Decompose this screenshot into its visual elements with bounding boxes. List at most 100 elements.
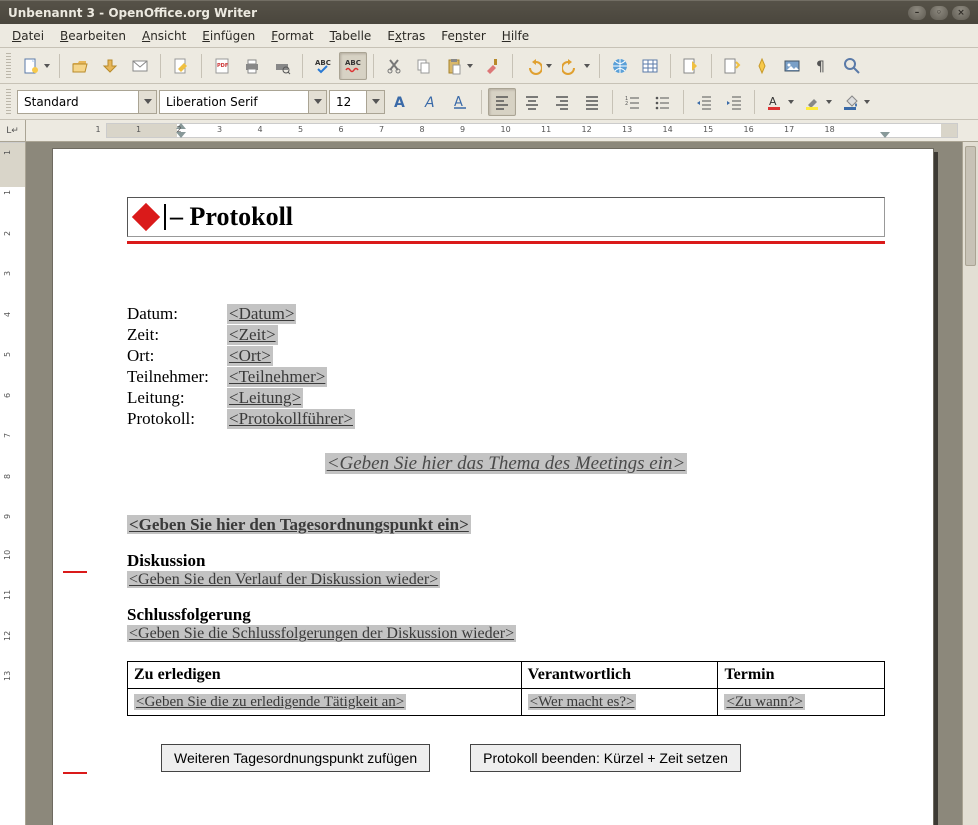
paste-icon: [445, 57, 463, 75]
paragraph-style-combo[interactable]: Standard: [17, 90, 157, 114]
vertical-ruler[interactable]: 112345678910111213: [0, 142, 25, 825]
redo-button[interactable]: [557, 52, 593, 80]
highlight-color-button[interactable]: [799, 88, 835, 116]
todo-header-resp: Verantwortlich: [521, 662, 718, 689]
bold-button[interactable]: A: [387, 88, 415, 116]
open-button[interactable]: [66, 52, 94, 80]
agenda-heading[interactable]: <Geben Sie hier den Tagesordnungspunkt e…: [127, 515, 885, 535]
export-pdf-button[interactable]: PDF: [208, 52, 236, 80]
window-close-button[interactable]: ×: [952, 6, 970, 20]
svg-text:A: A: [769, 95, 777, 108]
cut-button[interactable]: [380, 52, 408, 80]
todo-due-placeholder[interactable]: <Zu wann?>: [724, 694, 804, 710]
auto-spellcheck-icon: ABC: [344, 57, 362, 75]
find-replace-button[interactable]: [718, 52, 746, 80]
menu-table[interactable]: Tabelle: [322, 26, 380, 46]
print-preview-button[interactable]: [268, 52, 296, 80]
number-list-button[interactable]: 12: [619, 88, 647, 116]
meta-ph-lead[interactable]: <Leitung>: [227, 388, 303, 408]
nonprinting-chars-button[interactable]: ¶: [808, 52, 836, 80]
zoom-button[interactable]: [838, 52, 866, 80]
copy-button[interactable]: [410, 52, 438, 80]
align-center-icon: [523, 93, 541, 111]
print-button[interactable]: [238, 52, 266, 80]
table-row[interactable]: <Geben Sie die zu erledigende Tätigkeit …: [128, 689, 885, 716]
gallery-button[interactable]: [778, 52, 806, 80]
bullet-list-button[interactable]: [649, 88, 677, 116]
table-button[interactable]: [636, 52, 664, 80]
new-document-button[interactable]: [17, 52, 53, 80]
add-agenda-item-button[interactable]: Weiteren Tagesordnungspunkt zufügen: [161, 744, 430, 772]
meta-label-place: Ort:: [127, 346, 227, 366]
align-left-button[interactable]: [488, 88, 516, 116]
background-color-button[interactable]: [837, 88, 873, 116]
align-right-button[interactable]: [548, 88, 576, 116]
menu-extras[interactable]: Extras: [379, 26, 433, 46]
agenda-placeholder[interactable]: <Geben Sie hier den Tagesordnungspunkt e…: [127, 515, 471, 534]
finish-protocol-button[interactable]: Protokoll beenden: Kürzel + Zeit setzen: [470, 744, 741, 772]
meeting-topic[interactable]: <Geben Sie hier das Thema des Meetings e…: [127, 453, 885, 475]
find-icon: [723, 57, 741, 75]
todo-header-due: Termin: [718, 662, 885, 689]
vertical-scrollbar[interactable]: [962, 142, 978, 825]
paragraph-style-dropdown[interactable]: [138, 91, 156, 113]
edit-doc-button[interactable]: [167, 52, 195, 80]
meeting-meta[interactable]: Datum:<Datum> Zeit:<Zeit> Ort:<Ort> Teil…: [127, 304, 885, 429]
font-color-button[interactable]: A: [761, 88, 797, 116]
increase-indent-button[interactable]: [720, 88, 748, 116]
todo-resp-placeholder[interactable]: <Wer macht es?>: [528, 694, 637, 710]
window-maximize-button[interactable]: ◦: [930, 6, 948, 20]
page-content[interactable]: – Protokoll Datum:<Datum> Zeit:<Zeit> Or…: [127, 197, 885, 772]
show-draw-button[interactable]: [677, 52, 705, 80]
menu-window[interactable]: Fenster: [433, 26, 494, 46]
save-button[interactable]: [96, 52, 124, 80]
meta-ph-date[interactable]: <Datum>: [227, 304, 296, 324]
font-size-combo[interactable]: 12: [329, 90, 385, 114]
right-indent-marker[interactable]: [880, 132, 890, 138]
todo-table[interactable]: Zu erledigen Verantwortlich Termin <Gebe…: [127, 661, 885, 716]
align-center-button[interactable]: [518, 88, 546, 116]
mail-button[interactable]: [126, 52, 154, 80]
meta-ph-attendees[interactable]: <Teilnehmer>: [227, 367, 327, 387]
undo-button[interactable]: [519, 52, 555, 80]
todo-task-placeholder[interactable]: <Geben Sie die zu erledigende Tätigkeit …: [134, 694, 406, 710]
discussion-placeholder[interactable]: <Geben Sie den Verlauf der Diskussion wi…: [127, 571, 440, 588]
font-name-dropdown[interactable]: [308, 91, 326, 113]
toolbar-grip[interactable]: [6, 53, 11, 79]
window-titlebar: Unbenannt 3 - OpenOffice.org Writer – ◦ …: [0, 0, 978, 24]
hyperlink-button[interactable]: [606, 52, 634, 80]
toolbar-grip[interactable]: [6, 89, 11, 115]
menu-edit[interactable]: Bearbeiten: [52, 26, 134, 46]
align-justify-button[interactable]: [578, 88, 606, 116]
auto-spellcheck-button[interactable]: ABC: [339, 52, 367, 80]
window-title: Unbenannt 3 - OpenOffice.org Writer: [8, 6, 257, 20]
document-canvas[interactable]: – Protokoll Datum:<Datum> Zeit:<Zeit> Or…: [26, 142, 978, 825]
print-preview-icon: [273, 57, 291, 75]
paste-button[interactable]: [440, 52, 476, 80]
document-title-row[interactable]: – Protokoll: [127, 197, 885, 237]
italic-button[interactable]: A: [417, 88, 445, 116]
font-color-icon: A: [766, 93, 784, 111]
menu-view[interactable]: Ansicht: [134, 26, 194, 46]
menu-file[interactable]: Datei: [4, 26, 52, 46]
meta-ph-minutes[interactable]: <Protokollführer>: [227, 409, 355, 429]
window-minimize-button[interactable]: –: [908, 6, 926, 20]
topic-placeholder[interactable]: <Geben Sie hier das Thema des Meetings e…: [325, 453, 688, 474]
spellcheck-button[interactable]: ABC: [309, 52, 337, 80]
meta-ph-place[interactable]: <Ort>: [227, 346, 273, 366]
underline-button[interactable]: A: [447, 88, 475, 116]
scrollbar-thumb[interactable]: [965, 146, 976, 266]
navigator-button[interactable]: [748, 52, 776, 80]
decrease-indent-button[interactable]: [690, 88, 718, 116]
font-name-combo[interactable]: Liberation Serif: [159, 90, 327, 114]
horizontal-ruler[interactable]: 1123456789101112131415161718: [26, 120, 978, 142]
paint-bucket-icon: [842, 93, 860, 111]
menu-format[interactable]: Format: [263, 26, 321, 46]
menu-insert[interactable]: Einfügen: [194, 26, 263, 46]
conclusion-placeholder[interactable]: <Geben Sie die Schlussfolgerungen der Di…: [127, 625, 516, 642]
font-size-dropdown[interactable]: [366, 91, 384, 113]
meta-ph-time[interactable]: <Zeit>: [227, 325, 278, 345]
format-paintbrush-button[interactable]: [478, 52, 506, 80]
ruler-corner: L↵: [0, 120, 25, 142]
menu-help[interactable]: Hilfe: [494, 26, 537, 46]
